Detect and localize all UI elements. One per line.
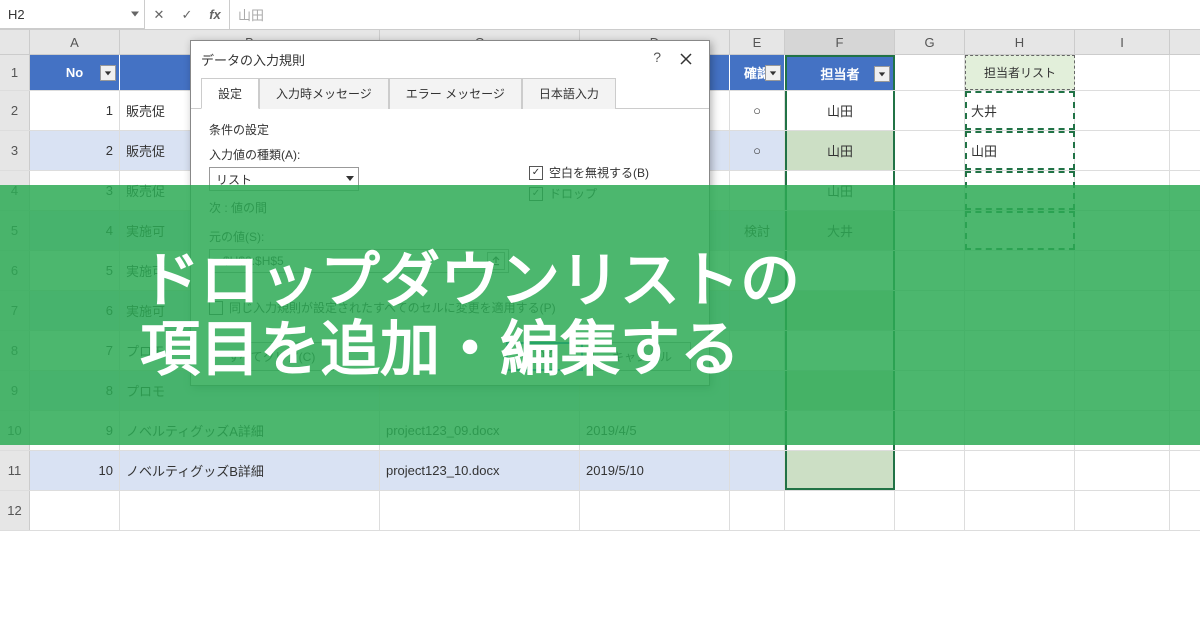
cell[interactable]: 2 [30,131,120,170]
cell[interactable] [730,451,785,490]
enter-icon[interactable]: ✓ [173,1,201,29]
chevron-down-icon[interactable] [130,7,140,22]
cell[interactable]: project123_10.docx [380,451,580,490]
list-title-cell[interactable]: 担当者リスト [965,55,1075,90]
select-all-corner[interactable] [0,30,30,54]
close-icon[interactable] [673,47,699,71]
cell[interactable] [895,131,965,170]
filter-icon[interactable] [100,65,116,81]
row-header[interactable]: 1 [0,55,30,90]
cell[interactable] [785,491,895,530]
cell[interactable]: 10 [30,451,120,490]
grid-row: 12 [0,491,1200,531]
tab-input-message[interactable]: 入力時メッセージ [259,78,389,109]
formula-bar: H2 ✕ ✓ fx 山田 [0,0,1200,30]
cell[interactable]: ○ [730,131,785,170]
column-header[interactable]: F [785,30,895,54]
table-row: 11 10 ノベルティグッズB詳細 project123_10.docx 201… [0,451,1200,491]
cell[interactable] [895,491,965,530]
cell[interactable]: 2019/5/10 [580,451,730,490]
cell[interactable] [1075,451,1170,490]
checkbox-icon: ✓ [529,166,543,180]
row-header[interactable]: 3 [0,131,30,170]
row-header[interactable]: 2 [0,91,30,130]
column-header[interactable]: H [965,30,1075,54]
assignee-cell[interactable] [785,451,895,490]
cell[interactable] [30,491,120,530]
dialog-titlebar[interactable]: データの入力規則 ? [191,41,709,77]
allow-label: 入力値の種類(A): [209,146,509,163]
cell[interactable] [580,491,730,530]
cell[interactable]: 1 [30,91,120,130]
section-title: 条件の設定 [209,121,691,138]
tab-error-alert[interactable]: エラー メッセージ [389,78,522,109]
tab-settings[interactable]: 設定 [201,78,259,109]
help-icon[interactable]: ? [653,49,661,65]
chevron-down-icon[interactable] [345,172,355,186]
fx-icon[interactable]: fx [201,1,229,29]
col-no-header[interactable]: No [30,55,120,90]
col-confirm-header[interactable]: 確認 [730,55,785,90]
cell[interactable]: ○ [730,91,785,130]
assignee-cell[interactable]: 山田 [785,91,895,130]
cell[interactable] [895,451,965,490]
name-box-value: H2 [8,7,25,22]
filter-icon[interactable] [765,65,781,81]
cell[interactable] [730,491,785,530]
dialog-title: データの入力規則 [201,50,305,69]
list-item-cell[interactable]: 大井 [965,91,1075,130]
list-item-cell[interactable]: 山田 [965,131,1075,170]
row-header[interactable]: 11 [0,451,30,490]
name-box[interactable]: H2 [0,0,145,29]
cell[interactable]: ノベルティグッズB詳細 [120,451,380,490]
column-header[interactable]: A [30,30,120,54]
cancel-icon[interactable]: ✕ [145,1,173,29]
ignore-blank-checkbox[interactable]: ✓空白を無視する(B) [529,164,691,181]
formula-controls: ✕ ✓ fx [145,0,230,29]
tab-ime[interactable]: 日本語入力 [522,78,616,109]
cell[interactable] [965,451,1075,490]
headline-overlay: ドロップダウンリストの 項目を追加・編集する [0,185,1200,445]
headline-line2: 項目を追加・編集する [140,315,1200,384]
filter-icon[interactable] [874,66,890,82]
cell[interactable] [120,491,380,530]
dialog-tabs: 設定 入力時メッセージ エラー メッセージ 日本語入力 [191,77,709,108]
cell[interactable] [1075,55,1170,90]
cell[interactable] [380,491,580,530]
formula-value: 山田 [238,5,264,24]
cell[interactable] [895,55,965,90]
assignee-cell[interactable]: 山田 [785,131,895,170]
cell[interactable] [965,491,1075,530]
cell[interactable] [1075,91,1170,130]
column-header[interactable]: I [1075,30,1170,54]
cell[interactable] [1075,491,1170,530]
cell[interactable] [1075,131,1170,170]
column-header[interactable]: E [730,30,785,54]
col-assignee-header[interactable]: 担当者 [785,55,895,90]
row-header[interactable]: 12 [0,491,30,530]
cell[interactable] [895,91,965,130]
column-header[interactable]: G [895,30,965,54]
headline-line1: ドロップダウンリストの [140,246,1200,315]
formula-input[interactable]: 山田 [230,0,1200,29]
